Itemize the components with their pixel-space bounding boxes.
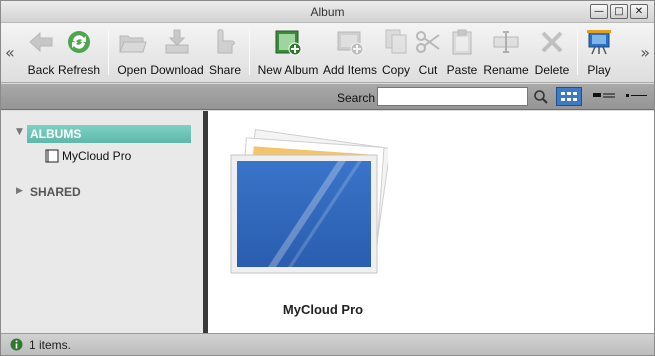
back-button[interactable]: Back	[25, 25, 57, 81]
close-button[interactable]: ✕	[630, 4, 648, 19]
minimize-button[interactable]: —	[590, 4, 608, 19]
search-bar: Search	[1, 84, 654, 110]
open-button[interactable]: Open	[114, 25, 150, 81]
grid-view-icon	[561, 92, 577, 101]
download-label: Download	[150, 63, 204, 77]
new-album-button[interactable]: New Album	[255, 25, 321, 81]
grid-view-button[interactable]	[556, 87, 582, 106]
new-album-label: New Album	[257, 63, 319, 77]
copy-button[interactable]: Copy	[379, 25, 413, 81]
download-icon	[165, 29, 189, 54]
rename-label: Rename	[483, 63, 529, 77]
share-button[interactable]: Share	[206, 25, 244, 81]
refresh-icon	[68, 31, 90, 53]
content-area: MyCloud Pro	[208, 111, 654, 333]
search-input[interactable]	[377, 87, 528, 106]
album-window: Album — □ ✕ « Back Refresh Open Download…	[0, 0, 655, 356]
cut-label: Cut	[418, 63, 438, 77]
rename-button[interactable]: Rename	[481, 25, 531, 81]
status-text: 1 items.	[29, 338, 72, 352]
album-thumbnail-icon	[230, 129, 391, 274]
open-folder-icon	[119, 35, 147, 53]
album-item-label: MyCloud Pro	[62, 149, 132, 163]
share-icon	[217, 29, 235, 54]
copy-label: Copy	[381, 63, 410, 77]
toolbar-separator	[108, 29, 109, 75]
status-bar: 1 items.	[1, 333, 654, 355]
title-bar[interactable]: Album — □ ✕	[1, 1, 654, 23]
paste-icon	[452, 29, 472, 55]
albums-expand-icon[interactable]: ▼	[16, 127, 23, 137]
albums-label: ALBUMS	[30, 127, 82, 141]
back-label: Back	[27, 63, 55, 77]
sidebar-item-mycloud-pro[interactable]: MyCloud Pro	[45, 148, 131, 164]
toolbar: « Back Refresh Open Download Share New A…	[1, 23, 654, 83]
open-label: Open	[117, 63, 147, 77]
play-button[interactable]: Play	[583, 25, 615, 81]
detail-view-button[interactable]	[623, 87, 649, 106]
add-items-button[interactable]: Add Items	[321, 25, 379, 81]
share-label: Share	[208, 63, 242, 77]
sidebar	[1, 111, 203, 333]
paste-button[interactable]: Paste	[444, 25, 480, 81]
paste-label: Paste	[446, 63, 478, 77]
info-icon	[10, 338, 23, 351]
toolbar-separator	[249, 29, 250, 75]
album-book-icon	[45, 149, 59, 163]
add-items-icon	[337, 31, 364, 56]
back-arrow-icon	[29, 31, 53, 53]
refresh-button[interactable]: Refresh	[56, 25, 102, 81]
shared-expand-icon[interactable]: ▶	[16, 186, 23, 196]
cut-icon	[416, 31, 440, 53]
add-items-label: Add Items	[322, 63, 378, 77]
play-slideshow-icon	[587, 30, 611, 55]
scroll-left-icon[interactable]: «	[5, 43, 15, 62]
list-view-icon	[593, 93, 615, 98]
cut-button[interactable]: Cut	[414, 25, 442, 81]
search-label: Search	[337, 91, 376, 105]
album-tile-label: MyCloud Pro	[282, 302, 364, 317]
copy-icon	[385, 29, 407, 54]
delete-icon	[541, 31, 563, 53]
window-title: Album	[310, 5, 345, 19]
toolbar-separator	[577, 29, 578, 75]
new-album-icon	[275, 30, 302, 56]
maximize-button[interactable]: □	[610, 4, 628, 19]
scroll-right-icon[interactable]: »	[640, 43, 650, 62]
detail-view-icon	[626, 94, 647, 97]
download-button[interactable]: Download	[148, 25, 206, 81]
sidebar-section-albums[interactable]: ALBUMS	[27, 125, 191, 143]
refresh-label: Refresh	[57, 63, 101, 77]
delete-button[interactable]: Delete	[532, 25, 572, 81]
list-view-button[interactable]	[591, 87, 617, 106]
delete-label: Delete	[534, 63, 570, 77]
play-label: Play	[587, 63, 611, 77]
sidebar-section-shared[interactable]: SHARED	[30, 185, 81, 199]
album-tile[interactable]: MyCloud Pro	[228, 127, 391, 317]
window-controls: — □ ✕	[590, 4, 648, 19]
search-icon[interactable]	[533, 89, 549, 105]
rename-icon	[493, 31, 519, 53]
